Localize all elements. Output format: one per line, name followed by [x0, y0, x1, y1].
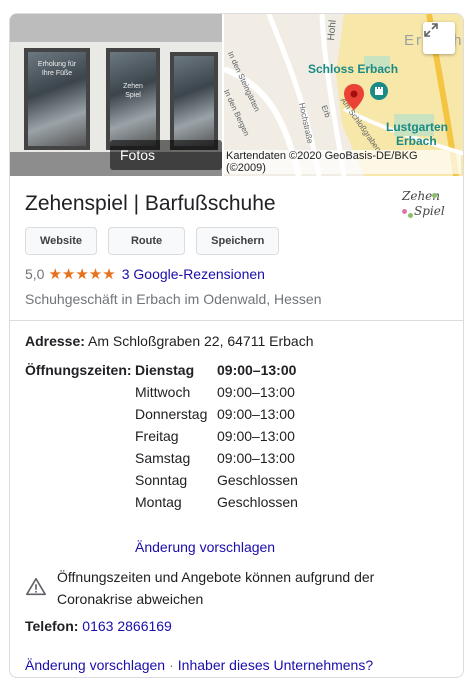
- map-place-label: Erbach: [396, 134, 437, 148]
- website-button[interactable]: Website: [25, 227, 97, 255]
- window-sign: Erholung für Ihre Füße: [32, 60, 82, 78]
- suggest-hours-edit-link[interactable]: Änderung vorschlagen: [135, 539, 275, 555]
- warning-icon-dot: [35, 590, 37, 593]
- window-sign-line: Erholung für: [37, 61, 77, 68]
- hours-time: 09:00–13:00: [217, 450, 295, 466]
- owner-link[interactable]: Inhaber dieses Unternehmens?: [178, 657, 373, 673]
- business-photo[interactable]: Erholung für Ihre Füße Zehen Spiel Fotos…: [10, 14, 222, 176]
- shop-window: Erholung für Ihre Füße: [24, 48, 90, 150]
- hours-day: Donnerstag: [135, 406, 208, 422]
- suggest-edit-link[interactable]: Änderung vorschlagen: [25, 657, 165, 673]
- logo-dot: [408, 213, 413, 218]
- map-thumbnail[interactable]: In den Steingärten In den Bergen Hochstr…: [224, 14, 463, 176]
- phone-label: Telefon:: [25, 618, 79, 634]
- knowledge-panel: Erholung für Ihre Füße Zehen Spiel Fotos…: [9, 13, 464, 678]
- window-sign-line: Ihre Füße: [41, 70, 73, 77]
- hours-time: 09:00–13:00: [217, 362, 297, 378]
- phone-link[interactable]: 0163 2866169: [82, 618, 172, 634]
- warning-icon: [26, 577, 46, 596]
- map-place-label: Schloss Erbach: [308, 62, 399, 76]
- hours-day: Mittwoch: [135, 384, 191, 400]
- hours-day: Sonntag: [135, 472, 188, 488]
- expand-map-button[interactable]: [423, 22, 455, 54]
- reviews-link[interactable]: 3 Google-Rezensionen: [122, 266, 265, 282]
- shop-window: Zehen Spiel: [106, 48, 160, 150]
- warning-icon-bar: [35, 584, 37, 590]
- address-value[interactable]: Am Schloßgraben 22, 64711 Erbach: [88, 333, 313, 349]
- rating-row: 5,0 ★★★★★ 3 Google-Rezensionen: [25, 265, 265, 283]
- map-attribution: Kartendaten ©2020 GeoBasis-DE/BKG (©2009…: [224, 150, 461, 174]
- phone-row: Telefon: 0163 2866169: [25, 618, 172, 634]
- expand-icon-path: [424, 23, 438, 37]
- save-button[interactable]: Speichern: [196, 227, 280, 255]
- covid-notice: Öffnungszeiten und Angebote können aufgr…: [25, 566, 397, 610]
- address-row: Adresse: Am Schloßgraben 22, 64711 Erbac…: [25, 333, 313, 349]
- hours-time: Geschlossen: [217, 494, 298, 510]
- hours-time: Geschlossen: [217, 472, 298, 488]
- star-rating-icon: ★★★★★: [48, 266, 116, 283]
- map-street-label: Hohl: [326, 19, 339, 41]
- business-name: Zehenspiel | Barfußschuhe: [25, 192, 276, 215]
- business-category: Schuhgeschäft in Erbach im Odenwald, Hes…: [25, 291, 322, 307]
- shop-window: [170, 52, 218, 150]
- logo-text: Spiel: [414, 204, 445, 218]
- hours-day: Montag: [135, 494, 182, 510]
- map-place-label: Lustgarten: [386, 120, 449, 134]
- notice-text: Öffnungszeiten und Angebote können aufgr…: [57, 569, 375, 607]
- hero-section: Erholung für Ihre Füße Zehen Spiel Fotos…: [10, 14, 463, 176]
- action-buttons: Website Route Speichern: [25, 227, 280, 255]
- address-label: Adresse:: [25, 333, 85, 349]
- route-button[interactable]: Route: [107, 227, 186, 255]
- map-pin-icon: [344, 84, 364, 110]
- window-sign: Zehen Spiel: [114, 82, 152, 100]
- hours-label: Öffnungszeiten:: [25, 362, 132, 378]
- hours-time: 09:00–13:00: [217, 384, 295, 400]
- window-sign-line: Spiel: [125, 92, 141, 99]
- expand-icon: [424, 23, 438, 37]
- logo-dot: [402, 209, 407, 214]
- hours-day: Dienstag: [135, 362, 195, 378]
- roof-band: [10, 14, 222, 42]
- hours-time: 09:00–13:00: [217, 406, 295, 422]
- castle-icon-shape: [381, 87, 383, 89]
- rating-score: 5,0: [25, 266, 45, 282]
- hours-time: 09:00–13:00: [217, 428, 295, 444]
- castle-icon-shape: [378, 87, 380, 89]
- view-photos-button[interactable]: Fotos ansehen: [110, 140, 222, 170]
- footer-links: Änderung vorschlagen · Inhaber dieses Unte…: [25, 657, 373, 673]
- footer-separator: ·: [169, 657, 174, 673]
- business-logo: Zehen Spiel: [398, 187, 445, 231]
- hours-day: Samstag: [135, 450, 191, 466]
- castle-icon: [370, 82, 388, 100]
- hours-day: Freitag: [135, 428, 179, 444]
- window-sign-line: Zehen: [123, 83, 143, 90]
- divider: [10, 320, 463, 321]
- window-glass: [174, 56, 214, 146]
- map-pin-dot: [350, 90, 358, 98]
- logo-dot: [432, 193, 437, 198]
- castle-icon-shape: [375, 89, 383, 95]
- castle-icon-shape: [375, 87, 377, 89]
